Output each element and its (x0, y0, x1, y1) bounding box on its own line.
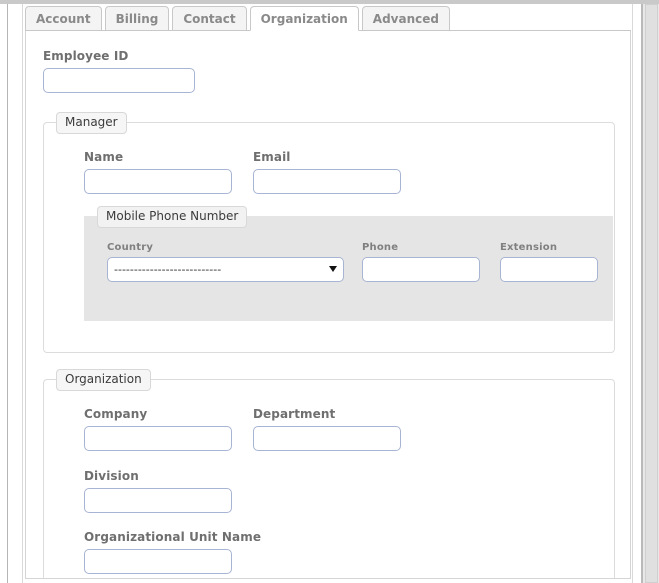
division-input[interactable] (84, 488, 232, 513)
employee-id-input[interactable] (43, 68, 195, 93)
tab-account[interactable]: Account (25, 6, 102, 31)
tab-organization[interactable]: Organization (249, 6, 359, 31)
phone-field-group: Phone (362, 242, 480, 282)
tab-advanced-label: Advanced (372, 12, 439, 26)
tab-contact[interactable]: Contact (172, 6, 247, 31)
country-label: Country (107, 242, 154, 253)
window-top-strip (0, 0, 659, 4)
tab-contact-label: Contact (183, 12, 236, 26)
department-label: Department (253, 407, 336, 421)
manager-legend: Manager (56, 112, 127, 134)
manager-fieldset: Manager Name Email Mobile Phone Number C… (43, 112, 615, 353)
employee-id-label: Employee ID (43, 49, 129, 63)
extension-input[interactable] (500, 257, 598, 282)
employee-id-field-group: Employee ID (43, 49, 195, 93)
org-unit-name-field-group: Organizational Unit Name (84, 530, 261, 574)
tab-billing-label: Billing (115, 12, 159, 26)
extension-field-group: Extension (500, 242, 598, 282)
form-page-root: Account Billing Contact Organization Adv… (0, 0, 659, 583)
right-inner-border (632, 4, 633, 583)
tab-content-panel: Employee ID Manager Name Email Mobile Ph… (25, 31, 631, 579)
manager-name-label: Name (84, 150, 124, 164)
left-inner-border (22, 4, 23, 583)
manager-email-field-group: Email (253, 150, 401, 194)
vertical-scrollbar-thumb[interactable] (645, 4, 658, 583)
division-field-group: Division (84, 469, 232, 513)
country-select-wrapper: --------------------------- (107, 257, 344, 282)
department-field-group: Department (253, 407, 401, 451)
mobile-phone-number-group: Mobile Phone Number Country ------------… (84, 206, 613, 321)
manager-name-field-group: Name (84, 150, 232, 194)
tab-advanced[interactable]: Advanced (361, 6, 450, 31)
company-field-group: Company (84, 407, 232, 451)
tab-account-label: Account (36, 12, 91, 26)
department-input[interactable] (253, 426, 401, 451)
company-input[interactable] (84, 426, 232, 451)
org-unit-name-label: Organizational Unit Name (84, 530, 262, 544)
tab-organization-label: Organization (260, 12, 348, 26)
phone-input[interactable] (362, 257, 480, 282)
phone-label: Phone (362, 242, 399, 253)
manager-email-input[interactable] (253, 169, 401, 194)
organization-fieldset: Organization Company Department Division… (43, 369, 615, 578)
org-unit-name-input[interactable] (84, 549, 232, 574)
country-field-group: Country --------------------------- (107, 242, 344, 282)
vertical-scrollbar-track[interactable] (642, 4, 659, 583)
tab-billing[interactable]: Billing (104, 6, 170, 31)
tab-bar: Account Billing Contact Organization Adv… (25, 6, 631, 31)
manager-email-label: Email (253, 150, 291, 164)
mobile-phone-number-legend: Mobile Phone Number (97, 206, 248, 228)
country-select[interactable]: --------------------------- (107, 257, 344, 282)
extension-label: Extension (500, 242, 558, 253)
organization-legend: Organization (56, 369, 151, 391)
division-label: Division (84, 469, 139, 483)
manager-name-input[interactable] (84, 169, 232, 194)
company-label: Company (84, 407, 148, 421)
left-frame-border (7, 4, 8, 583)
